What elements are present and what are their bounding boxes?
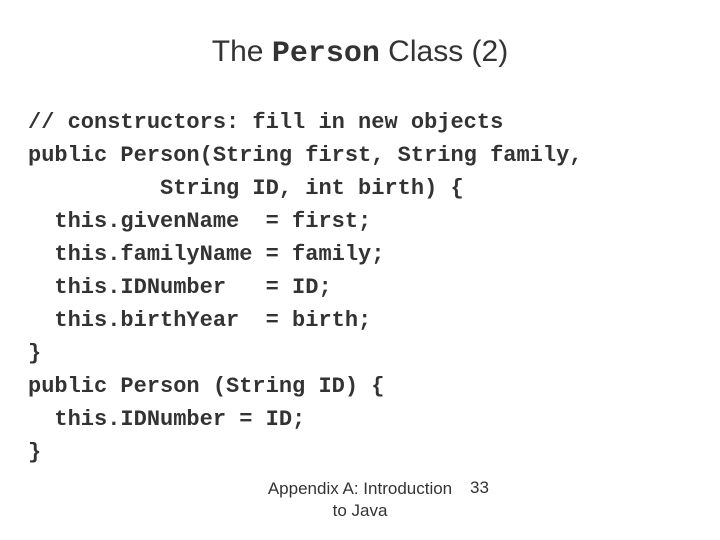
title-prefix: The: [212, 35, 272, 68]
title-suffix: Class (2): [380, 35, 508, 68]
slide-title: The Person Class (2): [0, 0, 720, 106]
code-block: // constructors: fill in new objects pub…: [0, 106, 720, 469]
title-mono: Person: [272, 37, 380, 71]
slide-footer: Appendix A: Introduction to Java 33: [0, 478, 720, 522]
page-number: 33: [470, 478, 489, 498]
footer-text: Appendix A: Introduction to Java: [260, 478, 460, 522]
